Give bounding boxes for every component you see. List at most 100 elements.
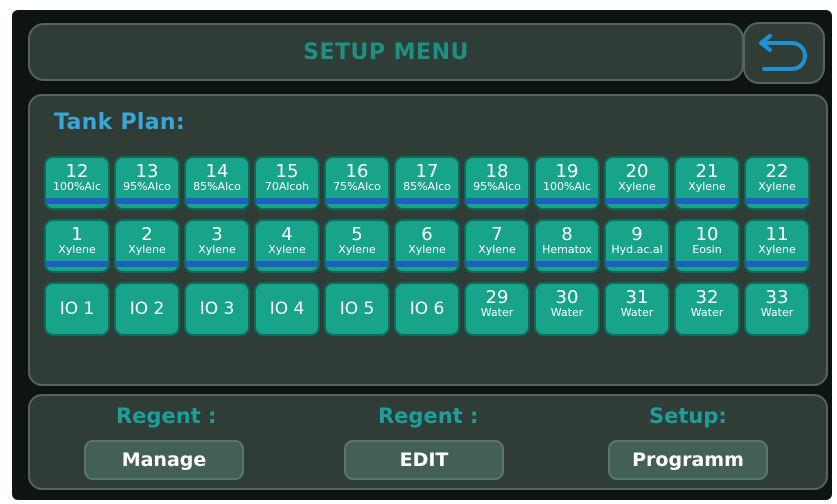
tank-reagent-name: 85%Alco	[403, 181, 451, 193]
io-tank-button[interactable]: IO 5	[324, 282, 390, 336]
tank-reagent-name: Xylene	[758, 244, 796, 256]
tank-button[interactable]: 29 Water	[464, 282, 530, 336]
tank-number: 22	[765, 161, 789, 182]
tank-button[interactable]: 10 Eosin	[674, 219, 740, 273]
tank-level-bar	[396, 198, 458, 204]
tank-reagent-name: 100%Alc	[542, 181, 592, 193]
tank-reagent-name: Water	[620, 307, 654, 319]
tank-level-bar	[396, 261, 458, 267]
tank-button[interactable]: 1 Xylene	[44, 219, 110, 273]
edit-button[interactable]: EDIT	[344, 440, 504, 480]
tank-level-bar	[186, 198, 248, 204]
tank-reagent-name: Xylene	[688, 181, 726, 193]
tank-button[interactable]: 6 Xylene	[394, 219, 460, 273]
tank-number: 3	[211, 224, 223, 245]
io-tank-label: IO 5	[339, 299, 375, 319]
tank-button[interactable]: 4 Xylene	[254, 219, 320, 273]
tank-button[interactable]: 17 85%Alco	[394, 156, 460, 210]
tank-reagent-name: Xylene	[128, 244, 166, 256]
tank-button[interactable]: 30 Water	[534, 282, 600, 336]
tank-level-bar	[46, 261, 108, 267]
tank-number: 31	[625, 287, 649, 308]
tank-level-bar	[746, 198, 808, 204]
programm-button[interactable]: Programm	[608, 440, 768, 480]
tank-number: 21	[695, 161, 719, 182]
tank-plan-panel: Tank Plan: 12 100%Alc 13 95%Alco 14 85%Alco 15…	[28, 94, 828, 386]
tank-number: 19	[555, 161, 579, 182]
tank-button[interactable]: 31 Water	[604, 282, 670, 336]
io-tank-button[interactable]: IO 6	[394, 282, 460, 336]
footer-panel: Regent : Manage Regent : EDIT Setup: Pro…	[28, 394, 828, 490]
tank-number: 7	[491, 224, 503, 245]
tank-button[interactable]: 15 70Alcoh	[254, 156, 320, 210]
tank-number: 13	[135, 161, 159, 182]
io-tank-button[interactable]: IO 1	[44, 282, 110, 336]
back-button[interactable]	[743, 22, 825, 84]
tank-number: 16	[345, 161, 369, 182]
tank-button[interactable]: 8 Hematox	[534, 219, 600, 273]
tank-reagent-name: 100%Alc	[52, 181, 102, 193]
tank-row-middle: 1 Xylene 2 Xylene 3 Xylene 4 Xylene 5 Xylene 6 Xyle…	[44, 219, 814, 277]
tank-reagent-name: Water	[760, 307, 794, 319]
io-tank-label: IO 4	[269, 299, 305, 319]
tank-level-bar	[256, 261, 318, 267]
tank-number: 11	[765, 224, 789, 245]
tank-number: 20	[625, 161, 649, 182]
tank-number: 10	[695, 224, 719, 245]
tank-level-bar	[536, 198, 598, 204]
tank-button[interactable]: 16 75%Alco	[324, 156, 390, 210]
tank-button[interactable]: 21 Xylene	[674, 156, 740, 210]
tank-reagent-name: Xylene	[618, 181, 656, 193]
tank-number: 9	[631, 224, 643, 245]
tank-button[interactable]: 11 Xylene	[744, 219, 810, 273]
tank-level-bar	[606, 261, 668, 267]
tank-number: 18	[485, 161, 509, 182]
tank-row-top: 12 100%Alc 13 95%Alco 14 85%Alco 15 70Alcoh 16 75…	[44, 156, 814, 214]
tank-button[interactable]: 18 95%Alco	[464, 156, 530, 210]
tank-level-bar	[676, 261, 738, 267]
tank-level-bar	[116, 198, 178, 204]
tank-level-bar	[326, 198, 388, 204]
tank-level-bar	[256, 198, 318, 204]
tank-button[interactable]: 20 Xylene	[604, 156, 670, 210]
tank-button[interactable]: 9 Hyd.ac.al	[604, 219, 670, 273]
tank-reagent-name: 75%Alco	[333, 181, 381, 193]
back-arrow-icon	[759, 34, 807, 71]
device-screen: SETUP MENU Tank Plan: 12 100%Alc 13 95%Alco…	[12, 10, 832, 500]
tank-number: 4	[281, 224, 293, 245]
tank-number: 15	[275, 161, 299, 182]
tank-number: 30	[555, 287, 579, 308]
tank-button[interactable]: 12 100%Alc	[44, 156, 110, 210]
tank-button[interactable]: 7 Xylene	[464, 219, 530, 273]
tank-button[interactable]: 13 95%Alco	[114, 156, 180, 210]
tank-button[interactable]: 22 Xylene	[744, 156, 810, 210]
tank-level-bar	[536, 261, 598, 267]
tank-button[interactable]: 14 85%Alco	[184, 156, 250, 210]
tank-reagent-name: Eosin	[692, 244, 722, 256]
tank-level-bar	[46, 198, 108, 204]
tank-reagent-name: Xylene	[198, 244, 236, 256]
tank-level-bar	[606, 198, 668, 204]
tank-number: 2	[141, 224, 153, 245]
io-tank-button[interactable]: IO 3	[184, 282, 250, 336]
tank-button[interactable]: 2 Xylene	[114, 219, 180, 273]
tank-button[interactable]: 19 100%Alc	[534, 156, 600, 210]
io-tank-label: IO 3	[199, 299, 235, 319]
tank-reagent-name: Hematox	[542, 244, 592, 256]
header-bar: SETUP MENU	[28, 23, 744, 81]
tank-level-bar	[186, 261, 248, 267]
io-tank-button[interactable]: IO 4	[254, 282, 320, 336]
tank-button[interactable]: 5 Xylene	[324, 219, 390, 273]
tank-level-bar	[116, 261, 178, 267]
tank-reagent-name: Water	[550, 307, 584, 319]
tank-reagent-name: Xylene	[338, 244, 376, 256]
io-tank-button[interactable]: IO 2	[114, 282, 180, 336]
tank-level-bar	[466, 261, 528, 267]
tank-button[interactable]: 3 Xylene	[184, 219, 250, 273]
manage-button[interactable]: Manage	[84, 440, 244, 480]
tank-reagent-name: Water	[690, 307, 724, 319]
tank-button[interactable]: 32 Water	[674, 282, 740, 336]
tank-button[interactable]: 33 Water	[744, 282, 810, 336]
setup-label: Setup:	[649, 404, 727, 428]
tank-number: 33	[765, 287, 789, 308]
